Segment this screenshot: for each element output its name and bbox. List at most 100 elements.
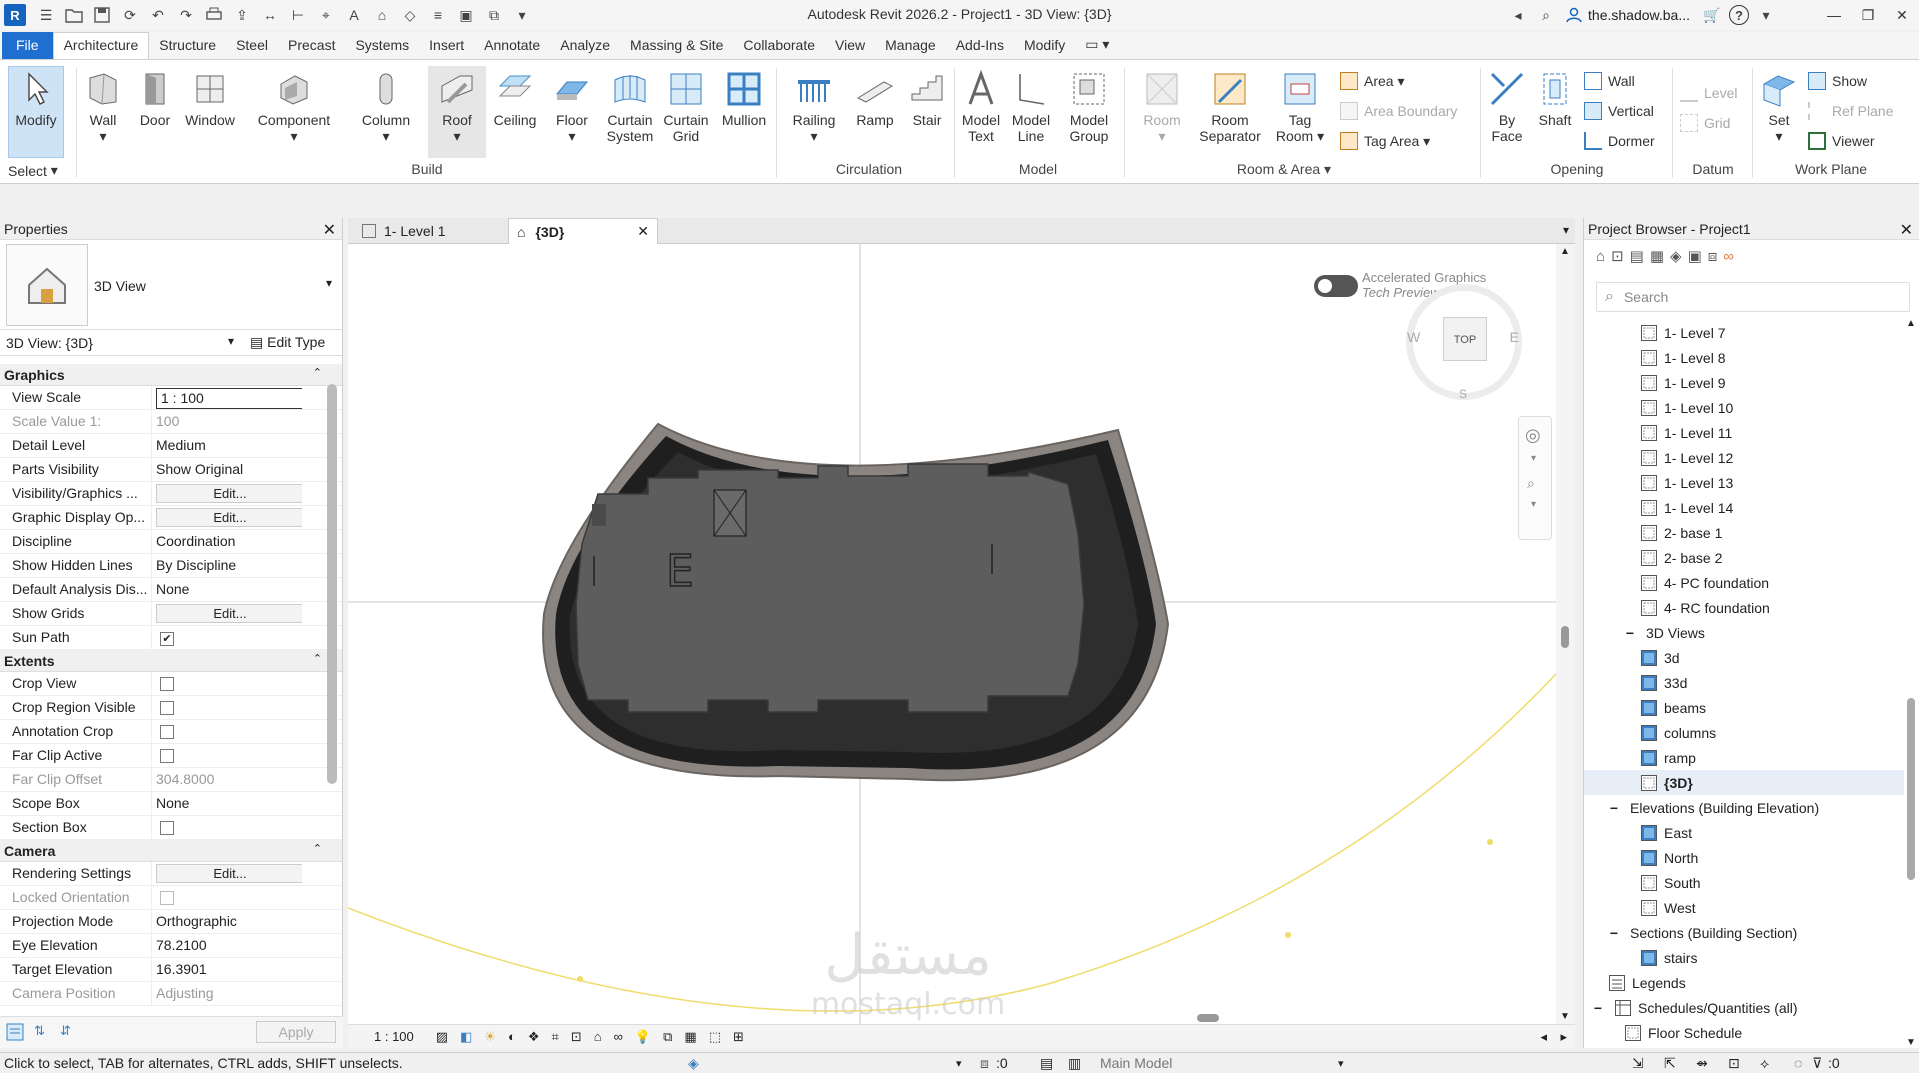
tree-item[interactable]: 1- Level 13 <box>1584 470 1904 495</box>
tab-collaborate[interactable]: Collaborate <box>733 33 825 59</box>
editable-only-icon[interactable]: ▤ <box>1040 1055 1053 1072</box>
browser-views-icon[interactable]: ⊡ <box>1611 247 1624 265</box>
browser-scroll-thumb[interactable] <box>1907 698 1915 880</box>
curtain-grid-button[interactable]: Curtain Grid <box>658 70 714 144</box>
measure-icon[interactable]: ↔ <box>259 5 281 25</box>
tab-3d[interactable]: ⌂ {3D} ✕ <box>508 218 658 244</box>
redo-icon[interactable]: ↷ <box>175 5 197 25</box>
active-design-option[interactable]: Main Model <box>1100 1055 1172 1071</box>
sun-path-icon[interactable]: ☀ <box>484 1029 496 1045</box>
scroll-right-icon[interactable]: ▸ <box>1560 1029 1567 1045</box>
cart-icon[interactable]: 🛒 <box>1701 5 1723 25</box>
collapse-minus-icon[interactable]: − <box>1608 925 1620 941</box>
component-button[interactable]: Component ▾ <box>252 70 336 144</box>
collapse-icon[interactable]: ⌃ <box>313 842 322 855</box>
apply-button[interactable]: Apply <box>256 1021 336 1043</box>
area-button[interactable]: Area ▾ <box>1340 72 1405 90</box>
background-process-icon[interactable]: ◌ <box>1794 1055 1802 1071</box>
sync-icon[interactable]: ⟳ <box>119 5 141 25</box>
property-value[interactable]: Adjusting <box>152 982 302 1005</box>
edit-button[interactable]: Edit... <box>156 864 302 883</box>
shaft-button[interactable]: Shaft <box>1532 70 1578 128</box>
restore-button[interactable]: ❐ <box>1851 0 1885 30</box>
binoculars-icon[interactable]: ⌕ <box>1535 5 1557 25</box>
room-separator-button[interactable]: Room Separator <box>1198 70 1262 144</box>
tree-item[interactable]: 1- Level 11 <box>1584 420 1904 445</box>
user-icon[interactable] <box>1563 5 1585 25</box>
collapse-minus-icon[interactable]: − <box>1624 625 1636 641</box>
property-value[interactable]: Coordination <box>152 530 302 553</box>
tree-item[interactable]: North <box>1584 845 1904 870</box>
property-checkbox[interactable]: ✔ <box>160 632 174 646</box>
select-by-face-icon[interactable]: ⊡ <box>1728 1055 1740 1072</box>
contextual-tab-toggle-icon[interactable]: ▭ ▾ <box>1075 32 1119 59</box>
edit-button[interactable]: Edit... <box>156 604 302 623</box>
worksets-icon[interactable]: ⧈ <box>980 1055 989 1072</box>
tree-item[interactable]: 1- Level 14 <box>1584 495 1904 520</box>
property-checkbox[interactable] <box>160 821 174 835</box>
group-extents[interactable]: Extents ⌃ <box>0 650 342 672</box>
property-value[interactable] <box>152 720 302 743</box>
edit-button[interactable]: Edit... <box>156 484 302 503</box>
properties-scrollbar[interactable] <box>327 370 337 1020</box>
constraints-icon[interactable]: ⊞ <box>733 1029 744 1045</box>
scroll-left-icon[interactable]: ◂ <box>1540 1029 1547 1045</box>
browser-groups-icon[interactable]: ▣ <box>1688 247 1702 265</box>
tab-manage[interactable]: Manage <box>875 33 946 59</box>
property-value[interactable]: Medium <box>152 434 302 457</box>
ramp-button[interactable]: Ramp <box>848 70 902 128</box>
section-icon[interactable]: ◇ <box>399 5 421 25</box>
temporary-hide-icon[interactable]: ∞ <box>614 1029 623 1044</box>
select-pinned-icon[interactable]: ⇴ <box>1696 1055 1708 1072</box>
detail-level-icon[interactable]: ▨ <box>436 1029 448 1045</box>
grid-button[interactable]: Grid <box>1680 114 1730 132</box>
browser-families-icon[interactable]: ◈ <box>1670 247 1682 265</box>
room-area-panel-label[interactable]: Room & Area ▾ <box>1132 161 1436 178</box>
design-option-dropdown-icon[interactable]: ▾ <box>1338 1057 1344 1070</box>
close-hidden-icon[interactable]: ▣ <box>455 5 477 25</box>
type-dropdown-icon[interactable]: ▾ <box>326 276 332 290</box>
horizontal-scroll-thumb[interactable] <box>1197 1014 1219 1022</box>
tab-add-ins[interactable]: Add-Ins <box>946 33 1014 59</box>
collapse-arrow-icon[interactable]: ◂ <box>1507 5 1529 25</box>
drag-elements-icon[interactable]: ⟡ <box>1760 1055 1769 1072</box>
highlight-icon[interactable]: ▦ <box>684 1029 696 1045</box>
reveal-hidden-icon[interactable]: 💡 <box>635 1029 651 1045</box>
tree-group[interactable]: −3D Views <box>1584 620 1904 645</box>
render-icon[interactable]: ❖ <box>528 1029 540 1045</box>
text-icon[interactable]: A <box>343 5 365 25</box>
tree-item[interactable]: columns <box>1584 720 1904 745</box>
tab-steel[interactable]: Steel <box>226 33 278 59</box>
viewcube-top-face[interactable]: TOP <box>1443 317 1487 361</box>
group-graphics[interactable]: Graphics ⌃ <box>0 364 342 386</box>
model-line-button[interactable]: Model Line <box>1006 70 1056 144</box>
tree-item[interactable]: 3d <box>1584 645 1904 670</box>
property-checkbox[interactable] <box>160 725 174 739</box>
drawing-area[interactable]: E مستقل mostaql.com Accelerated Graphics… <box>348 244 1556 1024</box>
viewcube-ring[interactable]: TOP W E S <box>1406 284 1522 401</box>
browser-sheets-icon[interactable]: ▤ <box>1630 247 1644 265</box>
crop-region-icon[interactable]: ⊡ <box>571 1029 582 1045</box>
tree-item[interactable]: stairs <box>1584 945 1904 970</box>
property-value[interactable]: None <box>152 792 302 815</box>
tree-item[interactable]: South <box>1584 870 1904 895</box>
edit-type-button[interactable]: ▤ Edit Type <box>250 334 325 351</box>
type-selector[interactable]: 3D View ▾ <box>0 240 342 330</box>
view-scale[interactable]: 1 : 100 <box>374 1029 414 1044</box>
properties-help-icon[interactable] <box>6 1023 24 1044</box>
browser-scrollbar[interactable]: ▲ ▼ <box>1904 318 1918 1048</box>
tree-item[interactable]: beams <box>1584 695 1904 720</box>
property-value[interactable]: 1 : 100 <box>152 386 302 409</box>
vertical-scroll-thumb[interactable] <box>1561 626 1569 648</box>
tree-item[interactable]: − Schedules/Quantities (all) <box>1584 995 1904 1020</box>
tree-item[interactable]: 1- Level 10 <box>1584 395 1904 420</box>
tab-analyze[interactable]: Analyze <box>550 33 620 59</box>
property-checkbox[interactable] <box>160 701 174 715</box>
property-checkbox[interactable] <box>160 677 174 691</box>
collapse-minus-icon[interactable]: − <box>1608 800 1620 816</box>
property-checkbox[interactable] <box>160 749 174 763</box>
shadows-icon[interactable]: ◐ <box>508 1029 516 1044</box>
model-group-button[interactable]: Model Group <box>1060 70 1118 144</box>
tree-item[interactable]: 1- Level 7 <box>1584 320 1904 345</box>
minimize-button[interactable]: — <box>1817 0 1851 30</box>
